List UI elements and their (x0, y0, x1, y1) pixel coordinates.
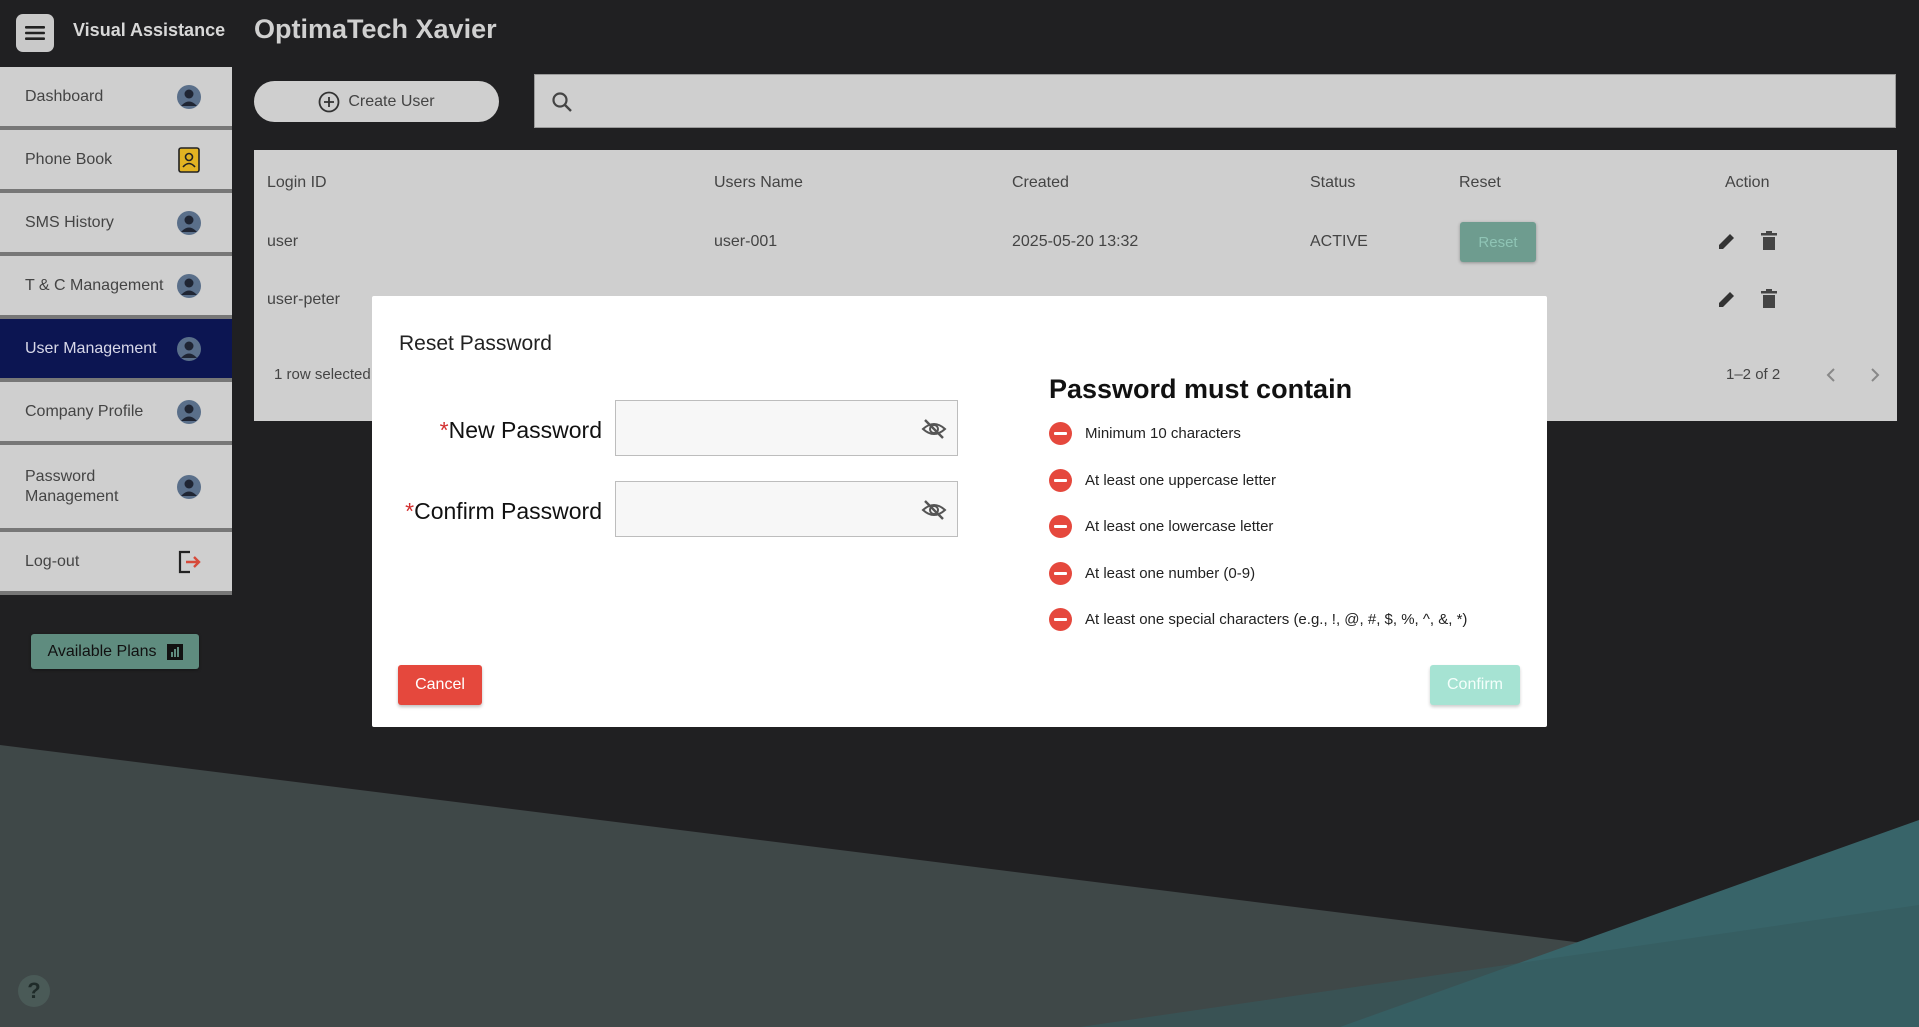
password-rule-text: At least one number (0-9) (1085, 565, 1256, 582)
password-rule-text: At least one lowercase letter (1085, 518, 1274, 535)
password-rule: At least one special characters (e.g., !… (1049, 608, 1467, 631)
password-rule-text: At least one uppercase letter (1085, 472, 1276, 489)
remove-circle-icon (1049, 562, 1072, 585)
password-rule: Minimum 10 characters (1049, 422, 1241, 445)
new-password-label: *New Password (372, 417, 602, 444)
confirm-password-label-text: Confirm Password (414, 498, 602, 524)
reset-password-dialog: Reset Password *New Password *Confirm Pa… (372, 296, 1547, 727)
remove-circle-icon (1049, 469, 1072, 492)
confirm-button[interactable]: Confirm (1430, 665, 1520, 705)
password-rules-title: Password must contain (1049, 374, 1353, 404)
cancel-button[interactable]: Cancel (398, 665, 482, 705)
remove-circle-icon (1049, 515, 1072, 538)
confirm-password-field[interactable] (615, 481, 958, 537)
required-mark: * (405, 498, 415, 524)
password-rule: At least one lowercase letter (1049, 515, 1273, 538)
confirm-password-label: *Confirm Password (372, 498, 602, 525)
new-password-field[interactable] (615, 400, 958, 456)
required-mark: * (439, 417, 449, 443)
remove-circle-icon (1049, 422, 1072, 445)
password-rule-text: Minimum 10 characters (1085, 425, 1241, 442)
password-rule-text: At least one special characters (e.g., !… (1085, 611, 1468, 628)
remove-circle-icon (1049, 608, 1072, 631)
password-rule: At least one uppercase letter (1049, 469, 1276, 492)
dialog-title: Reset Password (399, 332, 552, 355)
visibility-off-icon[interactable] (921, 416, 947, 442)
new-password-label-text: New Password (448, 417, 602, 443)
password-rule: At least one number (0-9) (1049, 562, 1255, 585)
visibility-off-icon[interactable] (921, 497, 947, 523)
new-password-input[interactable] (616, 401, 930, 455)
confirm-password-input[interactable] (616, 482, 930, 536)
